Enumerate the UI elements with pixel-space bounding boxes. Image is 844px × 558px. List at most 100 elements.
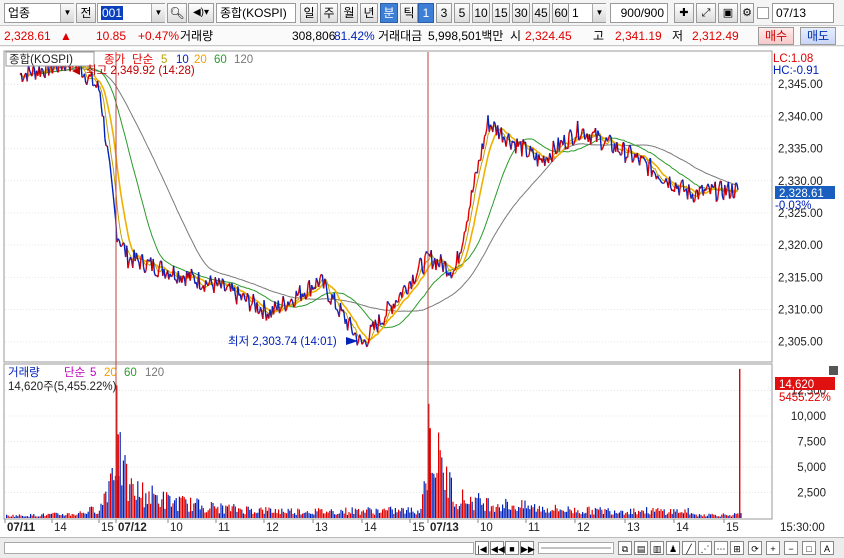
- volume-bar: [646, 507, 648, 518]
- volume-legend-ma5: 5: [90, 367, 96, 379]
- restore-icon[interactable]: ⧉: [618, 541, 632, 555]
- volume-bar: [342, 510, 344, 518]
- volume-bar: [207, 510, 209, 518]
- volume-bar: [358, 508, 360, 518]
- measure-icon[interactable]: ⋯: [714, 541, 728, 555]
- volume-bar: [94, 512, 96, 518]
- interval-button[interactable]: 30: [512, 3, 530, 23]
- date-input[interactable]: 07/13: [772, 3, 834, 23]
- volume-bar: [198, 499, 200, 518]
- period-button[interactable]: 주: [320, 3, 338, 23]
- price-segment-down: [658, 178, 661, 181]
- price-volume-chart[interactable]: 2,345.002,340.002,335.002,330.002,325.00…: [0, 47, 844, 537]
- volume-bar: [233, 504, 235, 518]
- zoom-in-icon[interactable]: +: [766, 541, 780, 555]
- speaker-icon[interactable]: ◀)▾: [188, 3, 214, 23]
- volume-bar: [28, 516, 30, 518]
- x-tick-label: 13: [627, 522, 640, 534]
- x-tick-label: 15: [726, 522, 739, 534]
- volume-bar: [182, 496, 184, 518]
- panel-icon[interactable]: ▤: [634, 541, 648, 555]
- stop-icon[interactable]: ■: [505, 541, 519, 555]
- search-icon[interactable]: 🔍︎: [167, 3, 187, 23]
- price-segment-up: [170, 275, 173, 278]
- zoom-out-icon[interactable]: −: [784, 541, 798, 555]
- volume-bar: [167, 494, 169, 518]
- volume-summary: 14,620주(5,455.22%): [8, 381, 117, 393]
- volume-bar: [161, 499, 163, 518]
- scroll-next-icon[interactable]: ▶▶: [520, 541, 535, 555]
- volume-bar: [604, 509, 606, 518]
- period-button[interactable]: 일: [300, 3, 318, 23]
- volume-bar: [199, 509, 201, 518]
- volume-bar: [287, 508, 289, 518]
- close-panel-icon[interactable]: [829, 366, 838, 375]
- count-field[interactable]: 900/900: [610, 3, 668, 23]
- volume-bar: [652, 508, 654, 518]
- date-checkbox[interactable]: [757, 7, 769, 19]
- volume-bar: [406, 510, 408, 518]
- volume-bar: [527, 505, 529, 518]
- volume-bar: [372, 513, 374, 518]
- volume-bar: [535, 511, 537, 518]
- interval-button[interactable]: 1: [418, 3, 434, 23]
- refresh-icon[interactable]: ⟳: [748, 541, 762, 555]
- scroll-track[interactable]: [4, 542, 474, 554]
- person-icon[interactable]: ♟: [666, 541, 680, 555]
- auto-icon[interactable]: A: [820, 541, 834, 555]
- interval-button[interactable]: 15: [492, 3, 510, 23]
- expand-icon[interactable]: □: [802, 541, 816, 555]
- volume-bar: [708, 513, 710, 518]
- volume-bar: [164, 508, 166, 518]
- volume-bar: [556, 508, 558, 518]
- volume-bar: [388, 507, 390, 518]
- period-button[interactable]: 월: [340, 3, 358, 23]
- price-segment-down: [425, 251, 429, 254]
- price-segment-down: [98, 89, 101, 93]
- chevron-down-icon[interactable]: ▼: [60, 4, 74, 22]
- volume-bar: [626, 511, 628, 518]
- scroll-first-icon[interactable]: |◀: [475, 541, 489, 555]
- ruler-icon[interactable]: ⊞: [730, 541, 744, 555]
- sell-button[interactable]: 매도: [800, 27, 836, 45]
- volume-bar: [473, 510, 475, 518]
- draw-tool-icon[interactable]: ⤢: [696, 3, 716, 23]
- interval-button[interactable]: 3: [436, 3, 452, 23]
- volume-bar: [598, 509, 600, 518]
- interval-dropdown-icon[interactable]: ▼: [592, 4, 606, 22]
- line-tool-icon[interactable]: ╱: [682, 541, 696, 555]
- interval-button[interactable]: 45: [532, 3, 550, 23]
- volume-bar: [578, 513, 580, 518]
- volume-bar: [660, 509, 662, 518]
- market-prefix-button[interactable]: 전: [76, 3, 96, 23]
- volume-bar: [702, 516, 704, 518]
- scroll-prev-icon[interactable]: ◀◀: [490, 541, 505, 555]
- volume-bar: [468, 504, 470, 518]
- grid-tool-icon[interactable]: ✚: [674, 3, 694, 23]
- volume-bar: [490, 506, 492, 518]
- period-button[interactable]: 틱: [400, 3, 418, 23]
- volume-bar: [316, 511, 318, 518]
- volume-bar: [266, 510, 268, 518]
- volume-bar: [569, 509, 571, 518]
- volume-bar: [366, 509, 368, 518]
- period-button[interactable]: 분: [380, 3, 398, 23]
- volume-bar: [129, 484, 131, 518]
- interval-button[interactable]: 5: [454, 3, 470, 23]
- layout-icon[interactable]: ▥: [650, 541, 664, 555]
- volume-bar: [196, 498, 198, 518]
- volume-bar: [434, 477, 436, 518]
- chart-area[interactable]: 2,345.00 2,340.00 2,335.00 2,330.00 2,325.00…: [0, 47, 844, 537]
- code-dropdown-icon[interactable]: ▼: [151, 4, 165, 22]
- interval-button[interactable]: 10: [472, 3, 490, 23]
- volume-bar: [241, 509, 243, 518]
- volume-bar: [39, 516, 41, 518]
- zoom-track[interactable]: [538, 542, 614, 554]
- gear-icon[interactable]: ⚙: [740, 3, 754, 23]
- pattern-icon[interactable]: ⋰: [698, 541, 712, 555]
- period-button[interactable]: 년: [360, 3, 378, 23]
- save-icon[interactable]: ▣: [718, 3, 738, 23]
- volume-ratio: 81.42%: [334, 29, 375, 43]
- volume-tick-label: 2,500: [797, 488, 826, 500]
- buy-button[interactable]: 매수: [758, 27, 794, 45]
